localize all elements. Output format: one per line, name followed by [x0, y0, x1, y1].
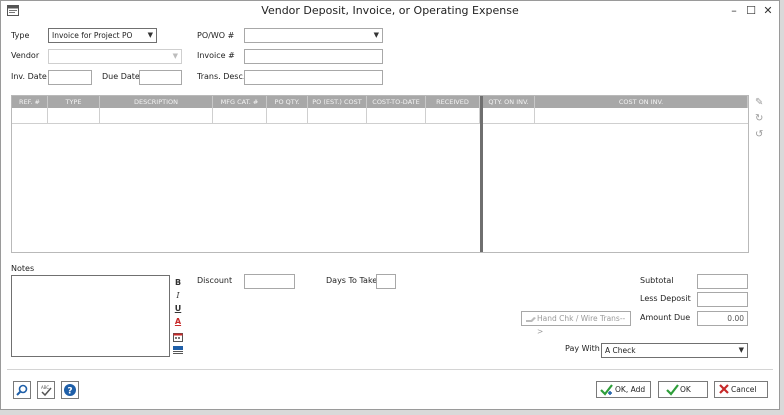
chevron-down-icon: ▼ — [172, 52, 178, 60]
svg-text:?: ? — [67, 387, 72, 397]
chevron-down-icon: ▼ — [373, 31, 379, 39]
cell-received[interactable] — [426, 108, 480, 124]
col-qty-on-inv[interactable]: QTY. ON INV. — [483, 96, 535, 108]
font-color-button[interactable]: A — [173, 317, 183, 326]
col-po-est-cost[interactable]: PO (EST.) COST — [308, 96, 367, 108]
subtotal-field — [697, 274, 748, 289]
grid-splitter[interactable] — [480, 96, 483, 252]
svg-text:ABC: ABC — [41, 385, 49, 390]
check-icon — [666, 383, 679, 401]
undo-icon[interactable]: ↺ — [755, 129, 763, 140]
help-button[interactable]: ? — [61, 381, 79, 399]
trans-desc-label: Trans. Desc. — [197, 72, 246, 81]
col-type[interactable]: TYPE — [48, 96, 100, 108]
hand-check-wire-button[interactable]: Hand Chk / Wire Trans--> — [521, 311, 631, 336]
invoice-label: Invoice # — [197, 51, 235, 60]
amount-due-field: 0.00 — [697, 311, 748, 326]
pay-with-select[interactable]: A Check ▼ — [601, 343, 748, 358]
cell-qty-on-inv[interactable] — [483, 108, 535, 124]
cancel-label: Cancel — [731, 385, 757, 394]
discount-field[interactable] — [244, 274, 295, 289]
insert-date-icon[interactable] — [173, 332, 183, 344]
days-to-take-label: Days To Take — [326, 276, 378, 285]
underline-button[interactable]: U — [173, 304, 183, 313]
powo-label: PO/WO # — [197, 31, 235, 40]
footer-divider — [7, 369, 773, 370]
discount-label: Discount — [197, 276, 233, 285]
cell-type[interactable] — [48, 108, 100, 124]
pin-icon[interactable]: ✎ — [755, 97, 763, 108]
table-row[interactable] — [12, 108, 748, 124]
due-date-label: Due Date — [102, 72, 140, 81]
type-value: Invoice for Project PO — [52, 31, 133, 40]
bold-button[interactable]: B — [173, 278, 183, 287]
refresh-icon[interactable]: ↻ — [755, 113, 763, 124]
col-cost-on-inv[interactable]: COST ON INV. — [535, 96, 748, 108]
inv-date-field[interactable] — [48, 70, 92, 85]
ok-button[interactable]: OK — [658, 381, 708, 398]
line-items-grid[interactable]: REF. # TYPE DESCRIPTION MFG CAT. # PO QT… — [11, 95, 749, 253]
col-po-qty[interactable]: PO QTY. — [267, 96, 308, 108]
search-button[interactable] — [13, 381, 31, 399]
vendor-label: Vendor — [11, 51, 40, 60]
ok-label: OK — [680, 385, 691, 394]
check-add-icon — [600, 383, 614, 401]
pay-with-label: Pay With — [565, 344, 600, 353]
italic-button[interactable]: I — [173, 291, 183, 300]
less-deposit-field — [697, 292, 748, 307]
chevron-down-icon: ▼ — [147, 31, 153, 39]
ok-add-button[interactable]: OK, Add — [596, 381, 651, 398]
spell-check-icon: ABC — [41, 385, 52, 397]
cell-cost-to-date[interactable] — [367, 108, 426, 124]
col-mfg-cat[interactable]: MFG CAT. # — [213, 96, 267, 108]
col-cost-to-date[interactable]: COST-TO-DATE — [367, 96, 426, 108]
cell-po-qty[interactable] — [267, 108, 308, 124]
amount-due-label: Amount Due — [640, 313, 691, 322]
maximize-button[interactable]: ☐ — [742, 3, 760, 19]
trans-desc-field[interactable] — [244, 70, 383, 85]
col-received[interactable]: RECEIVED — [426, 96, 480, 108]
vendor-invoice-window: Vendor Deposit, Invoice, or Operating Ex… — [0, 0, 780, 410]
vendor-select[interactable]: ▼ — [48, 49, 182, 64]
col-description[interactable]: DESCRIPTION — [100, 96, 213, 108]
powo-select[interactable]: ▼ — [244, 28, 383, 43]
subtotal-label: Subtotal — [640, 276, 674, 285]
ok-add-label: OK, Add — [615, 385, 646, 394]
less-deposit-label: Less Deposit — [640, 294, 691, 303]
notes-label: Notes — [11, 264, 35, 273]
type-select[interactable]: Invoice for Project PO ▼ — [48, 28, 157, 43]
minimize-button[interactable]: – — [725, 3, 743, 19]
hand-check-icon — [525, 312, 537, 328]
chevron-down-icon: ▼ — [738, 346, 744, 354]
search-icon — [16, 384, 28, 396]
cell-po-est-cost[interactable] — [308, 108, 367, 124]
pay-with-value: A Check — [605, 346, 636, 355]
inv-date-label: Inv. Date — [11, 72, 47, 81]
cancel-button[interactable]: Cancel — [714, 381, 768, 398]
close-button[interactable]: ✕ — [759, 3, 777, 19]
spell-check-button[interactable]: ABC — [37, 381, 55, 399]
col-ref[interactable]: REF. # — [12, 96, 48, 108]
days-to-take-field[interactable] — [376, 274, 396, 289]
window-title: Vendor Deposit, Invoice, or Operating Ex… — [261, 4, 519, 17]
grid-header: REF. # TYPE DESCRIPTION MFG CAT. # PO QT… — [12, 96, 748, 108]
cell-mfg-cat[interactable] — [213, 108, 267, 124]
help-icon: ? — [64, 384, 76, 397]
invoice-field[interactable] — [244, 49, 383, 64]
cell-ref[interactable] — [12, 108, 48, 124]
hand-check-label: Hand Chk / Wire Trans--> — [537, 314, 626, 336]
insert-signature-icon[interactable] — [173, 346, 183, 357]
cell-description[interactable] — [100, 108, 213, 124]
title-bar: Vendor Deposit, Invoice, or Operating Ex… — [1, 1, 779, 21]
due-date-field[interactable] — [139, 70, 182, 85]
notes-textarea[interactable] — [11, 275, 170, 357]
type-label: Type — [11, 31, 30, 40]
x-icon — [718, 383, 730, 400]
